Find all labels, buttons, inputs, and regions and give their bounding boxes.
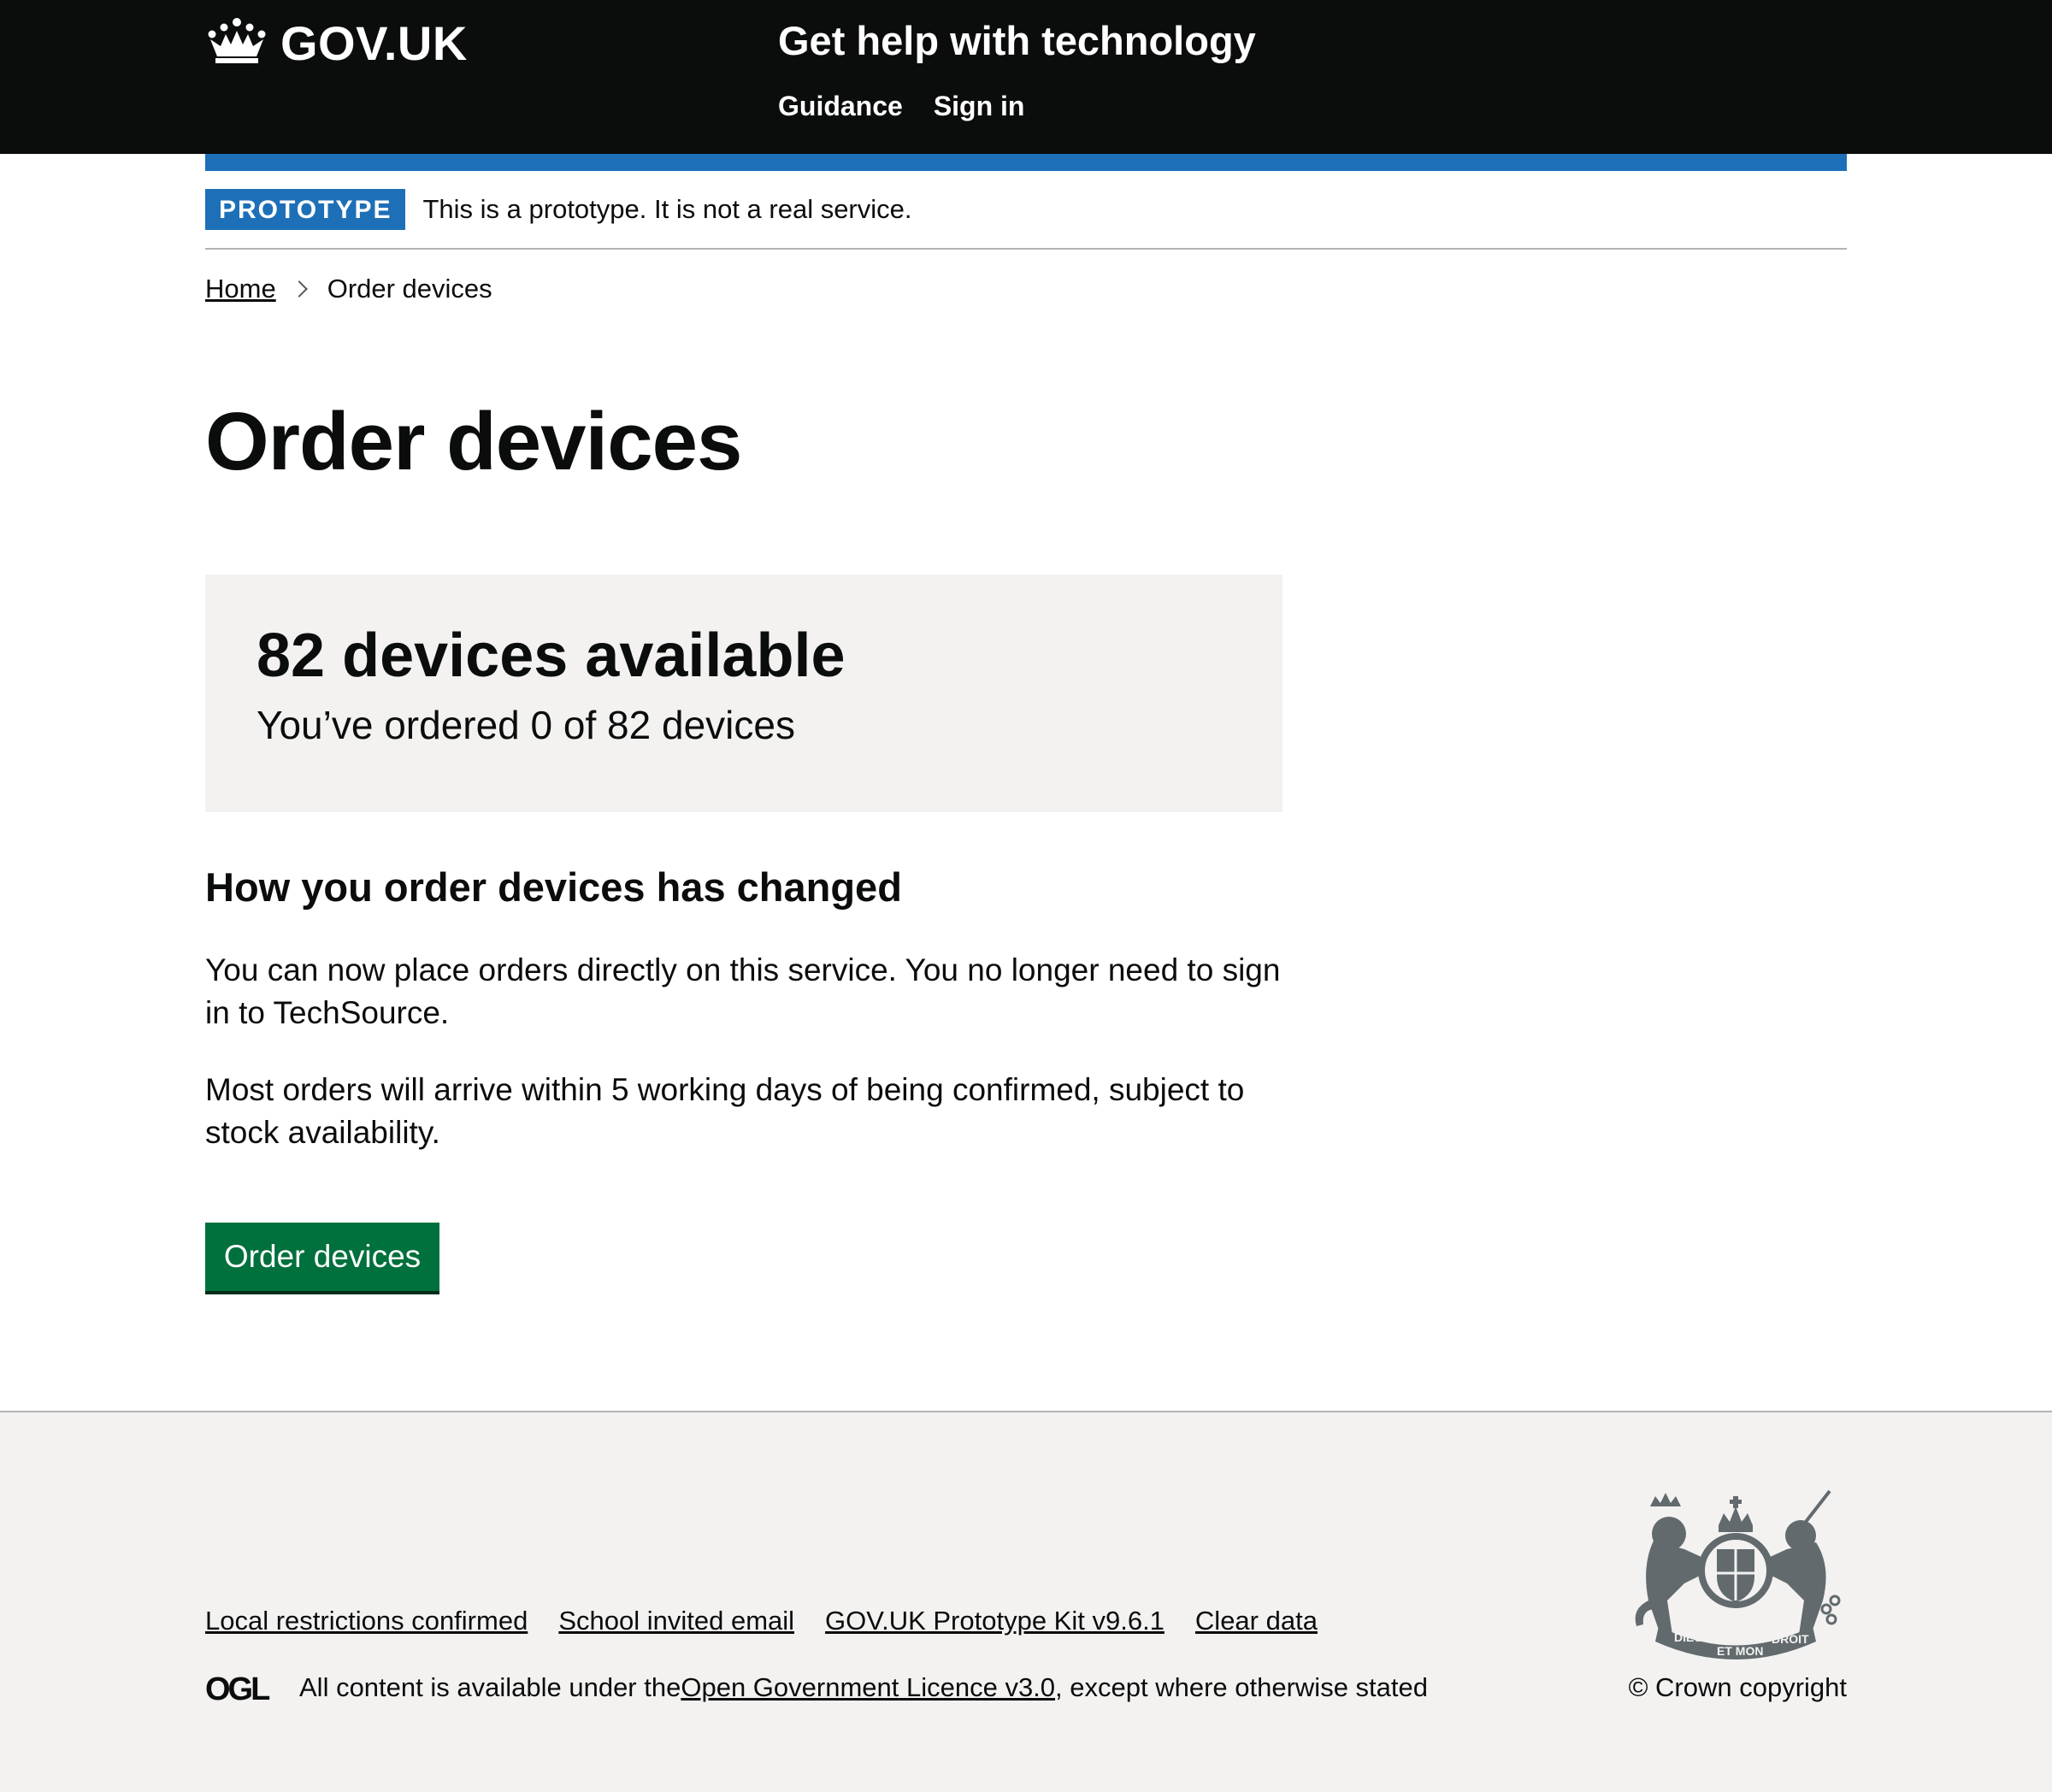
phase-banner: PROTOTYPE This is a prototype. It is not…	[205, 171, 1847, 250]
royal-coat-of-arms-icon: DIEU ET MON DROIT	[1635, 1489, 1841, 1659]
site-header: GOV.UK Get help with technology Guidance…	[0, 0, 2052, 154]
page-title: Order devices	[205, 396, 742, 487]
footer-link-school-invited-email[interactable]: School invited email	[558, 1606, 794, 1636]
nav-guidance[interactable]: Guidance	[778, 91, 903, 122]
footer-link-local-restrictions[interactable]: Local restrictions confirmed	[205, 1606, 528, 1636]
breadcrumb-home-link[interactable]: Home	[205, 274, 276, 304]
crown-icon	[205, 17, 280, 69]
phase-banner-text: This is a prototype. It is not a real se…	[422, 194, 912, 224]
ogl-logo-icon: OGL	[205, 1672, 273, 1703]
licence-statement: OGL All content is available under the O…	[205, 1672, 1428, 1703]
devices-summary-panel: 82 devices available You’ve ordered 0 of…	[205, 575, 1282, 812]
govuk-logo-text: GOV.UK	[280, 16, 468, 70]
footer-links: Local restrictions confirmed School invi…	[205, 1606, 1318, 1636]
chevron-right-icon	[290, 280, 308, 298]
header-nav: Guidance Sign in	[778, 91, 1024, 122]
svg-text:OGL: OGL	[205, 1672, 270, 1703]
crest-motto-right: DROIT	[1772, 1632, 1809, 1646]
phase-tag: PROTOTYPE	[205, 189, 406, 230]
section-heading: How you order devices has changed	[205, 864, 902, 910]
licence-suffix: , except where otherwise stated	[1055, 1672, 1428, 1702]
service-name-link[interactable]: Get help with technology	[778, 17, 1256, 64]
crest-motto-left: DIEU	[1674, 1630, 1702, 1644]
order-devices-button[interactable]: Order devices	[205, 1223, 439, 1291]
licence-link[interactable]: Open Government Licence v3.0	[681, 1672, 1055, 1703]
licence-prefix: All content is available under the	[299, 1672, 681, 1702]
crest-motto-middle: ET MON	[1717, 1644, 1763, 1658]
header-blue-bar	[205, 154, 1847, 171]
devices-ordered-text: You’ve ordered 0 of 82 devices	[256, 703, 795, 748]
site-footer: Local restrictions confirmed School invi…	[0, 1411, 2052, 1792]
breadcrumb-current: Order devices	[327, 274, 492, 304]
nav-sign-in[interactable]: Sign in	[934, 91, 1025, 122]
breadcrumb: Home Order devices	[205, 274, 492, 304]
devices-available-heading: 82 devices available	[256, 622, 846, 690]
footer-link-prototype-kit[interactable]: GOV.UK Prototype Kit v9.6.1	[825, 1606, 1165, 1636]
footer-link-clear-data[interactable]: Clear data	[1195, 1606, 1318, 1636]
body-paragraph: Most orders will arrive within 5 working…	[205, 1072, 1245, 1150]
crown-copyright-link[interactable]: © Crown copyright	[1624, 1672, 1847, 1703]
body-paragraph: You can now place orders directly on thi…	[205, 952, 1281, 1030]
govuk-logo-link[interactable]: GOV.UK	[205, 15, 468, 71]
